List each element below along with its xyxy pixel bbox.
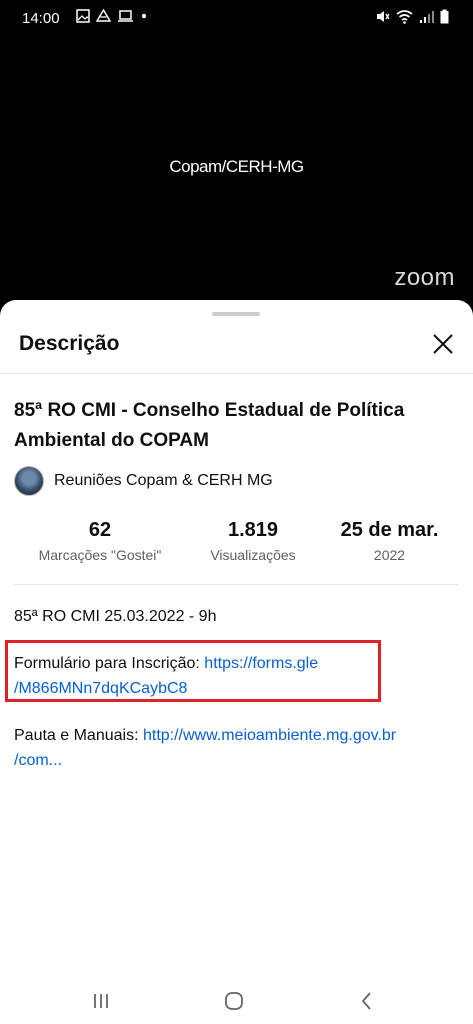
channel-name[interactable]: Reuniões Copam & CERH MG [54,472,273,490]
notification-dot-icon [141,13,147,19]
zoom-logo: zoom [394,264,455,291]
pauta-paragraph: Pauta e Manuais: http://www.meioambiente… [14,723,459,773]
date-value: 25 de mar. [340,519,439,541]
status-time: 14:00 [22,10,60,27]
status-right-icons [375,9,449,24]
description-sheet: Descrição 85ª RO CMI - Conselho Estadual… [0,300,473,1024]
back-icon [361,992,371,1010]
pauta-link-continued[interactable]: /com... [14,752,62,769]
channel-row[interactable]: Reuniões Copam & CERH MG [14,466,273,496]
recent-apps-button[interactable] [86,988,116,1014]
battery-icon [440,9,449,24]
likes-label: Marcações "Gostei" [38,547,162,563]
video-frame-title: Copam/CERH-MG [169,157,304,176]
close-icon [433,334,453,354]
video-title: 85ª RO CMI - Conselho Estadual de Políti… [14,400,405,451]
divider [0,373,473,374]
home-icon [225,992,243,1010]
navigation-bar [0,976,473,1024]
description-line: 85ª RO CMI 25.03.2022 - 9h [14,608,217,625]
recent-apps-icon [94,994,108,1008]
status-bar: 14:00 [0,0,473,36]
pauta-label: Pauta e Manuais: [14,727,143,744]
signal-icon [420,11,434,23]
sheet-title: Descrição [19,332,120,355]
highlight-box [5,640,381,702]
close-button[interactable] [427,328,459,360]
home-button[interactable] [219,988,249,1014]
status-left-icons [76,9,148,23]
stat-likes: 62 Marcações "Gostei" [14,519,186,563]
divider [14,584,459,585]
mute-icon [377,11,390,22]
drag-handle[interactable] [212,312,260,316]
pauta-link[interactable]: http://www.meioambiente.mg.gov.br [143,727,396,744]
stat-date: 25 de mar. 2022 [320,519,459,563]
laptop-icon [118,10,133,22]
stat-views: 1.819 Visualizações [186,519,320,563]
channel-avatar[interactable] [14,466,44,496]
views-count: 1.819 [227,519,279,541]
drive-icon [96,9,111,22]
wifi-icon [396,10,413,24]
date-year: 2022 [373,547,406,563]
likes-count: 62 [88,519,112,541]
views-label: Visualizações [210,547,296,563]
back-button[interactable] [352,988,382,1014]
video-player[interactable]: Copam/CERH-MG zoom [0,36,473,302]
stats-row: 62 Marcações "Gostei" 1.819 Visualizaçõe… [14,519,459,563]
gallery-icon [76,9,90,23]
